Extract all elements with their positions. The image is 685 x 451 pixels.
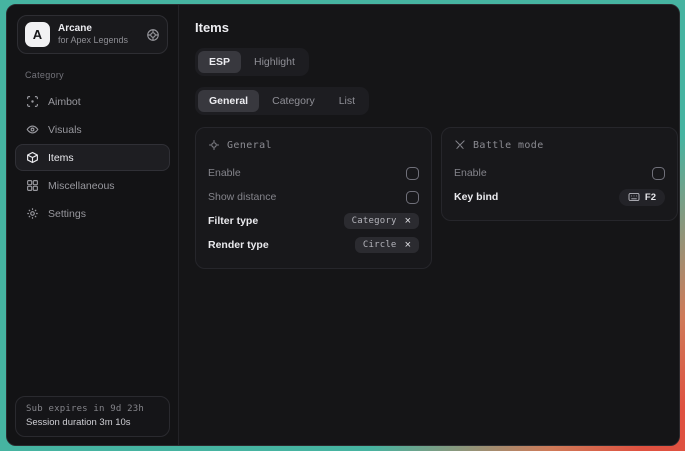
setting-label: Key bind	[454, 191, 498, 203]
sub-expiry-text: Sub expires in 9d 23h	[26, 404, 159, 414]
setting-label: Render type	[208, 239, 269, 251]
sidebar-item-label: Miscellaneous	[48, 180, 115, 192]
select-value: Category	[352, 216, 397, 226]
sidebar-item-visuals[interactable]: Visuals	[15, 116, 170, 143]
panel-title: General	[227, 140, 272, 151]
tab-list[interactable]: List	[328, 90, 366, 112]
setting-row-key-bind: Key bind F2	[454, 185, 665, 209]
panel-title: Battle mode	[473, 140, 544, 151]
brand-card: A Arcane for Apex Legends	[17, 15, 168, 54]
brand-name: Arcane	[58, 23, 128, 35]
select-value: Circle	[363, 240, 397, 250]
keyboard-icon	[628, 192, 640, 202]
setting-label: Filter type	[208, 215, 258, 227]
battle-enable-checkbox[interactable]	[652, 167, 665, 180]
keybind-value: F2	[645, 192, 656, 203]
sidebar-item-miscellaneous[interactable]: Miscellaneous	[15, 172, 170, 199]
sidebar-item-items[interactable]: Items	[15, 144, 170, 171]
view-tab-row: General Category List	[195, 87, 678, 115]
mode-tabs: ESP Highlight	[195, 48, 309, 76]
sidebar: A Arcane for Apex Legends Category	[7, 5, 179, 445]
swords-icon	[454, 139, 466, 151]
grid-icon	[26, 179, 39, 192]
subscription-card: Sub expires in 9d 23h Session duration 3…	[15, 396, 170, 437]
panel-general: General Enable Show distance Filter type…	[195, 127, 432, 269]
brand-logo: A	[25, 22, 50, 47]
show-distance-checkbox[interactable]	[406, 191, 419, 204]
setting-row-render-type: Render type Circle ×	[208, 233, 419, 257]
tab-category[interactable]: Category	[261, 90, 326, 112]
sidebar-item-label: Items	[48, 152, 74, 164]
clear-icon[interactable]: ×	[405, 240, 411, 251]
keybind-button[interactable]: F2	[619, 189, 665, 206]
clear-icon[interactable]: ×	[405, 216, 411, 227]
eye-icon	[26, 123, 39, 136]
render-type-select[interactable]: Circle ×	[355, 237, 419, 253]
app-window: A Arcane for Apex Legends Category	[6, 4, 680, 446]
panel-battle-mode-header: Battle mode	[454, 139, 665, 151]
setting-row-enable: Enable	[208, 161, 419, 185]
page-title: Items	[195, 20, 678, 35]
crosshair-icon	[26, 95, 39, 108]
sidebar-item-settings[interactable]: Settings	[15, 200, 170, 227]
sidebar-item-aimbot[interactable]: Aimbot	[15, 88, 170, 115]
sidebar-item-label: Settings	[48, 208, 86, 220]
mode-tab-row: ESP Highlight	[195, 48, 678, 76]
panel-battle-mode: Battle mode Enable Key bind	[441, 127, 678, 221]
sidebar-item-label: Aimbot	[48, 96, 81, 108]
panel-general-header: General	[208, 139, 419, 151]
view-tabs: General Category List	[195, 87, 369, 115]
brand-subtitle: for Apex Legends	[58, 35, 128, 47]
tab-general[interactable]: General	[198, 90, 259, 112]
package-icon	[26, 151, 39, 164]
enable-checkbox[interactable]	[406, 167, 419, 180]
gear-icon	[26, 207, 39, 220]
sidebar-item-label: Visuals	[48, 124, 82, 136]
setting-label: Enable	[454, 167, 487, 179]
tab-highlight[interactable]: Highlight	[243, 51, 306, 73]
lifebuoy-icon[interactable]	[146, 28, 160, 42]
setting-label: Enable	[208, 167, 241, 179]
brand-text: Arcane for Apex Legends	[58, 23, 128, 47]
crosshair-settings-icon	[208, 139, 220, 151]
session-duration-text: Session duration 3m 10s	[26, 417, 159, 428]
sidebar-nav: Aimbot Visuals Items	[15, 88, 170, 227]
filter-type-select[interactable]: Category ×	[344, 213, 419, 229]
setting-row-filter-type: Filter type Category ×	[208, 209, 419, 233]
main-content: Items ESP Highlight General Category Lis…	[179, 5, 680, 445]
panels: General Enable Show distance Filter type…	[195, 127, 678, 269]
setting-label: Show distance	[208, 191, 276, 203]
setting-row-show-distance: Show distance	[208, 185, 419, 209]
sidebar-section-label: Category	[25, 70, 160, 80]
setting-row-enable: Enable	[454, 161, 665, 185]
tab-esp[interactable]: ESP	[198, 51, 241, 73]
